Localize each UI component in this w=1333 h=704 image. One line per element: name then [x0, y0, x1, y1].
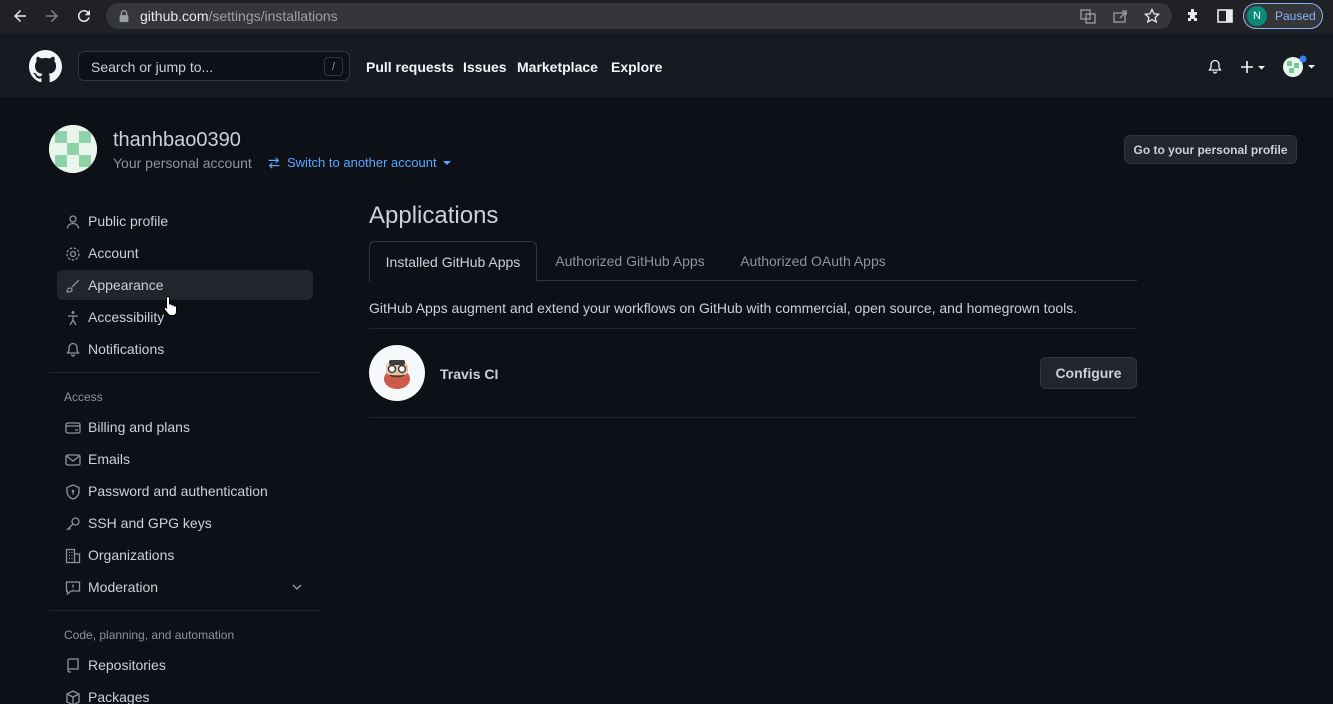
sidebar-item-accessibility[interactable]: Accessibility [57, 302, 313, 332]
sidebar-item-notifications[interactable]: Notifications [57, 334, 313, 364]
sidebar-item-ssh-gpg-keys[interactable]: SSH and GPG keys [57, 508, 313, 538]
sidebar-divider [49, 372, 321, 373]
nav-marketplace[interactable]: Marketplace [517, 59, 598, 75]
sidebar-item-label: Password and authentication [88, 483, 268, 499]
apps-description: GitHub Apps augment and extend your work… [369, 300, 1078, 316]
accessibility-icon [68, 311, 78, 326]
nav-explore[interactable]: Explore [611, 59, 662, 75]
nav-issues[interactable]: Issues [463, 59, 507, 75]
browser-profile-button[interactable]: N Paused [1243, 3, 1323, 29]
shield-lock-icon [66, 484, 80, 500]
reload-icon [77, 10, 90, 23]
share-icon[interactable] [1112, 8, 1128, 24]
sidebar-item-repositories[interactable]: Repositories [57, 650, 313, 680]
github-logo-icon[interactable] [29, 50, 62, 83]
forward-button[interactable] [40, 4, 64, 28]
search-placeholder: Search or jump to... [91, 59, 214, 75]
bell-icon[interactable] [1207, 59, 1223, 75]
hand-cursor-icon [163, 295, 177, 316]
browser-toolbar: github.com/settings/installations N Paus… [0, 0, 1333, 33]
personal-profile-button[interactable]: Go to your personal profile [1124, 135, 1297, 164]
tab-authorized-github-apps[interactable]: Authorized GitHub Apps [538, 241, 722, 281]
sidebar-item-organizations[interactable]: Organizations [57, 540, 313, 570]
profile-avatar: N [1247, 6, 1267, 26]
switch-account-link[interactable]: Switch to another account [267, 155, 451, 170]
sidebar-item-label: Accessibility [88, 309, 165, 325]
account-subtitle: Your personal account [113, 155, 252, 171]
applications-tabs: Installed GitHub Apps Authorized GitHub … [369, 241, 1137, 282]
sidebar-item-public-profile[interactable]: Public profile [57, 206, 313, 236]
back-button[interactable] [8, 4, 32, 28]
arrow-left-icon [14, 10, 26, 22]
repo-icon [67, 658, 79, 673]
sidebar-heading-access: Access [64, 390, 103, 404]
sidebar-item-label: Notifications [88, 341, 165, 357]
caret-down-icon [442, 160, 451, 165]
address-bar[interactable]: github.com/settings/installations [106, 3, 1172, 29]
person-icon [66, 215, 80, 229]
gear-icon [66, 247, 80, 261]
tab-authorized-oauth-apps[interactable]: Authorized OAuth Apps [722, 241, 904, 281]
sidebar-item-account[interactable]: Account [57, 238, 313, 268]
configure-button[interactable]: Configure [1040, 357, 1137, 389]
sidebar-item-label: Repositories [88, 657, 166, 673]
bell-icon [66, 342, 80, 357]
sidebar-item-appearance[interactable]: Appearance [57, 270, 313, 300]
chevron-down-icon[interactable] [291, 581, 303, 593]
report-icon [65, 581, 81, 596]
sidebar-heading-code: Code, planning, and automation [64, 628, 235, 642]
side-panel-icon[interactable] [1216, 7, 1234, 25]
arrow-switch-icon [268, 156, 280, 169]
url-text: github.com/settings/installations [140, 8, 338, 24]
list-divider [369, 417, 1137, 418]
sidebar-item-billing[interactable]: Billing and plans [57, 412, 313, 442]
sidebar-item-emails[interactable]: Emails [57, 444, 313, 474]
nav-pull-requests[interactable]: Pull requests [366, 59, 454, 75]
travis-ci-logo [369, 345, 425, 401]
arrow-right-icon [46, 10, 58, 22]
paintbrush-icon [66, 279, 80, 293]
sidebar-item-label: Public profile [88, 213, 169, 229]
lock-icon [119, 10, 129, 23]
extensions-icon[interactable] [1184, 7, 1202, 25]
app-name[interactable]: Travis CI [440, 366, 498, 382]
sidebar-item-label: SSH and GPG keys [88, 515, 212, 531]
sidebar-item-password-authentication[interactable]: Password and authentication [57, 476, 313, 506]
sidebar-item-label: Appearance [88, 277, 164, 293]
package-icon [66, 690, 80, 704]
search-shortcut-hint: / [324, 57, 343, 76]
organization-icon [65, 548, 81, 564]
profile-status: Paused [1275, 9, 1316, 23]
sidebar-item-label: Billing and plans [88, 419, 190, 435]
page-title: Applications [369, 202, 499, 229]
sidebar-item-label: Emails [88, 451, 131, 467]
translate-icon[interactable] [1080, 8, 1096, 24]
key-icon [66, 517, 80, 531]
sidebar-item-label: Organizations [88, 547, 175, 563]
sidebar-item-moderation[interactable]: Moderation [57, 572, 313, 602]
sidebar-item-label: Account [88, 245, 139, 261]
create-new-icon[interactable] [1240, 59, 1268, 75]
sidebar-divider [49, 610, 321, 611]
account-avatar [49, 125, 97, 173]
credit-card-icon [65, 422, 81, 434]
sidebar-item-packages[interactable]: Packages [57, 682, 313, 704]
bookmark-star-icon[interactable] [1144, 8, 1160, 24]
account-username[interactable]: thanhbao0390 [113, 129, 241, 152]
sidebar-item-label: Moderation [88, 579, 159, 595]
mail-icon [65, 454, 81, 466]
reload-button[interactable] [72, 4, 96, 28]
list-divider [369, 328, 1137, 329]
tab-installed-github-apps[interactable]: Installed GitHub Apps [369, 241, 537, 282]
sidebar-item-label: Packages [88, 689, 150, 704]
switch-account-label: Switch to another account [287, 155, 437, 170]
search-input[interactable]: Search or jump to... / [78, 51, 350, 81]
user-avatar-menu[interactable] [1283, 55, 1317, 79]
github-header: Search or jump to... / Pull requests Iss… [0, 33, 1333, 97]
